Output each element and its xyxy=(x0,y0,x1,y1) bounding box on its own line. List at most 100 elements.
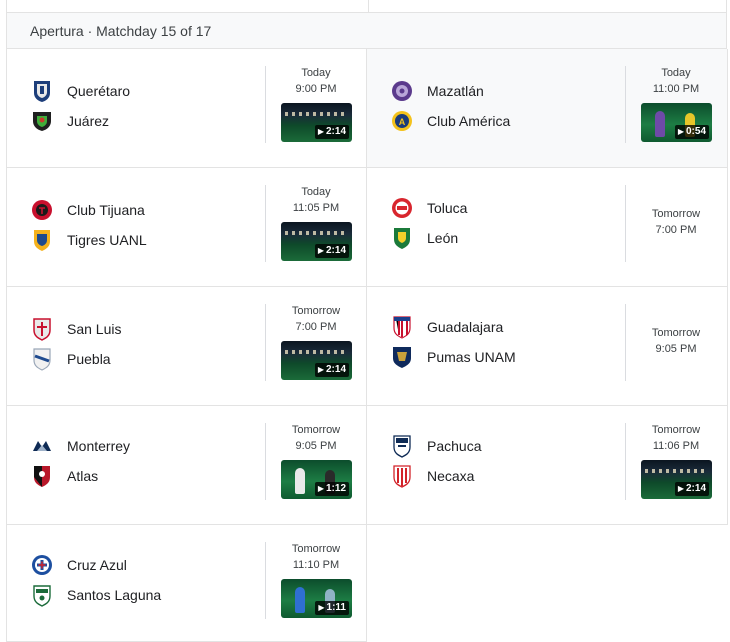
play-icon: ▶ xyxy=(317,246,324,255)
kickoff-time: Today 9:00 PM xyxy=(273,65,359,97)
away-team[interactable]: Puebla xyxy=(30,347,111,371)
kickoff-hour: 9:05 PM xyxy=(655,343,697,355)
team-name: Cruz Azul xyxy=(67,557,127,573)
kickoff-day: Tomorrow xyxy=(291,424,341,436)
puebla-crest-icon xyxy=(30,347,54,371)
away-team[interactable]: Tigres UANL xyxy=(30,228,147,252)
kickoff-time: Today 11:00 PM xyxy=(633,65,719,97)
kickoff-day: Tomorrow xyxy=(651,208,701,220)
mazatlan-crest-icon xyxy=(390,79,414,103)
team-name: Atlas xyxy=(67,468,99,484)
matchday-header: Apertura · Matchday 15 of 17 xyxy=(6,13,727,49)
team-name: Club Tijuana xyxy=(67,202,145,218)
kickoff-day: Tomorrow xyxy=(651,424,701,436)
match-card[interactable]: San Luis Puebla Tomorrow 7:00 PM ▶ 2:14 xyxy=(6,287,367,406)
kickoff-time: Tomorrow 9:05 PM xyxy=(633,325,719,357)
team-name: Juárez xyxy=(67,113,110,129)
team-name: Monterrey xyxy=(67,438,131,454)
card-separator xyxy=(265,542,266,619)
kickoff-hour: 11:05 PM xyxy=(292,202,340,214)
match-card[interactable]: Querétaro Juárez Today 9:00 PM ▶ 2:14 xyxy=(6,49,367,168)
team-name: Puebla xyxy=(67,351,111,367)
video-duration: ▶ 2:14 xyxy=(674,482,709,496)
kickoff-time: Today 11:05 PM xyxy=(273,184,359,216)
card-separator xyxy=(625,423,626,500)
pachuca-crest-icon xyxy=(390,434,414,458)
kickoff-hour: 9:00 PM xyxy=(295,83,337,95)
team-name: Pumas UNAM xyxy=(427,349,516,365)
kickoff-hour: 7:00 PM xyxy=(655,224,697,236)
highlight-video-thumbnail[interactable]: ▶ 1:11 xyxy=(281,579,352,618)
video-duration: ▶ 2:14 xyxy=(314,125,349,139)
kickoff-time: Tomorrow 11:06 PM xyxy=(633,422,719,454)
home-team[interactable]: Querétaro xyxy=(30,79,130,103)
video-duration: ▶ 1:12 xyxy=(314,482,349,496)
kickoff-time: Tomorrow 7:00 PM xyxy=(273,303,359,335)
toluca-crest-icon xyxy=(390,196,414,220)
tijuana-crest-icon xyxy=(30,198,54,222)
kickoff-day: Tomorrow xyxy=(291,305,341,317)
team-name: Santos Laguna xyxy=(67,587,162,603)
kickoff-time: Tomorrow 11:10 PM xyxy=(273,541,359,573)
play-icon: ▶ xyxy=(317,484,324,493)
kickoff-day: Today xyxy=(301,67,331,79)
highlight-video-thumbnail[interactable]: ▶ 1:12 xyxy=(281,460,352,499)
highlight-video-thumbnail[interactable]: ▶ 0:54 xyxy=(641,103,712,142)
sanluis-crest-icon xyxy=(30,317,54,341)
away-team[interactable]: Necaxa xyxy=(390,464,474,488)
home-team[interactable]: Mazatlán xyxy=(390,79,484,103)
kickoff-hour: 11:00 PM xyxy=(652,83,700,95)
team-name: Pachuca xyxy=(427,438,482,454)
home-team[interactable]: San Luis xyxy=(30,317,121,341)
home-team[interactable]: Pachuca xyxy=(390,434,481,458)
play-icon: ▶ xyxy=(318,603,325,612)
team-name: Mazatlán xyxy=(427,83,484,99)
team-name: Toluca xyxy=(427,200,468,216)
tigres-crest-icon xyxy=(30,228,54,252)
card-separator xyxy=(625,304,626,381)
highlight-video-thumbnail[interactable]: ▶ 2:14 xyxy=(281,222,352,261)
highlight-video-thumbnail[interactable]: ▶ 2:14 xyxy=(281,103,352,142)
team-name: Guadalajara xyxy=(427,319,504,335)
away-team[interactable]: Santos Laguna xyxy=(30,583,161,607)
america-crest-icon: A xyxy=(390,109,414,133)
card-separator xyxy=(265,185,266,262)
kickoff-hour: 11:06 PM xyxy=(652,440,700,452)
kickoff-hour: 9:05 PM xyxy=(295,440,337,452)
away-team[interactable]: A Club América xyxy=(390,109,510,133)
home-team[interactable]: Cruz Azul xyxy=(30,553,127,577)
match-card[interactable]: Mazatlán A Club América Today 11:00 PM ▶… xyxy=(367,49,728,168)
match-grid: Querétaro Juárez Today 9:00 PM ▶ 2:14 Ma… xyxy=(6,49,728,642)
team-name: León xyxy=(427,230,459,246)
kickoff-time: Tomorrow 7:00 PM xyxy=(633,206,719,238)
home-team[interactable]: Toluca xyxy=(390,196,467,220)
away-team[interactable]: León xyxy=(390,226,458,250)
play-icon: ▶ xyxy=(677,484,684,493)
match-card[interactable]: Monterrey Atlas Tomorrow 9:05 PM ▶ 1:12 xyxy=(6,406,367,525)
pumas-crest-icon xyxy=(390,345,414,369)
kickoff-day: Tomorrow xyxy=(291,543,341,555)
highlight-video-thumbnail[interactable]: ▶ 2:14 xyxy=(281,341,352,380)
card-separator xyxy=(625,66,626,143)
home-team[interactable]: Monterrey xyxy=(30,434,130,458)
match-card[interactable]: Toluca León Tomorrow 7:00 PM xyxy=(367,168,728,287)
queretaro-crest-icon xyxy=(30,79,54,103)
match-card[interactable]: Club Tijuana Tigres UANL Today 11:05 PM … xyxy=(6,168,367,287)
kickoff-day: Today xyxy=(661,67,691,79)
cruzazul-crest-icon xyxy=(30,553,54,577)
away-team[interactable]: Atlas xyxy=(30,464,98,488)
home-team[interactable]: Guadalajara xyxy=(390,315,503,339)
away-team[interactable]: Pumas UNAM xyxy=(390,345,516,369)
monterrey-crest-icon xyxy=(30,434,54,458)
highlight-video-thumbnail[interactable]: ▶ 2:14 xyxy=(641,460,712,499)
match-card[interactable]: Pachuca Necaxa Tomorrow 11:06 PM ▶ 2:14 xyxy=(367,406,728,525)
match-card[interactable]: Cruz Azul Santos Laguna Tomorrow 11:10 P… xyxy=(6,525,367,642)
atlas-crest-icon xyxy=(30,464,54,488)
card-separator xyxy=(265,66,266,143)
play-icon: ▶ xyxy=(677,127,684,136)
leon-crest-icon xyxy=(390,226,414,250)
match-card[interactable]: Guadalajara Pumas UNAM Tomorrow 9:05 PM xyxy=(367,287,728,406)
card-separator xyxy=(265,423,266,500)
away-team[interactable]: Juárez xyxy=(30,109,109,133)
home-team[interactable]: Club Tijuana xyxy=(30,198,145,222)
